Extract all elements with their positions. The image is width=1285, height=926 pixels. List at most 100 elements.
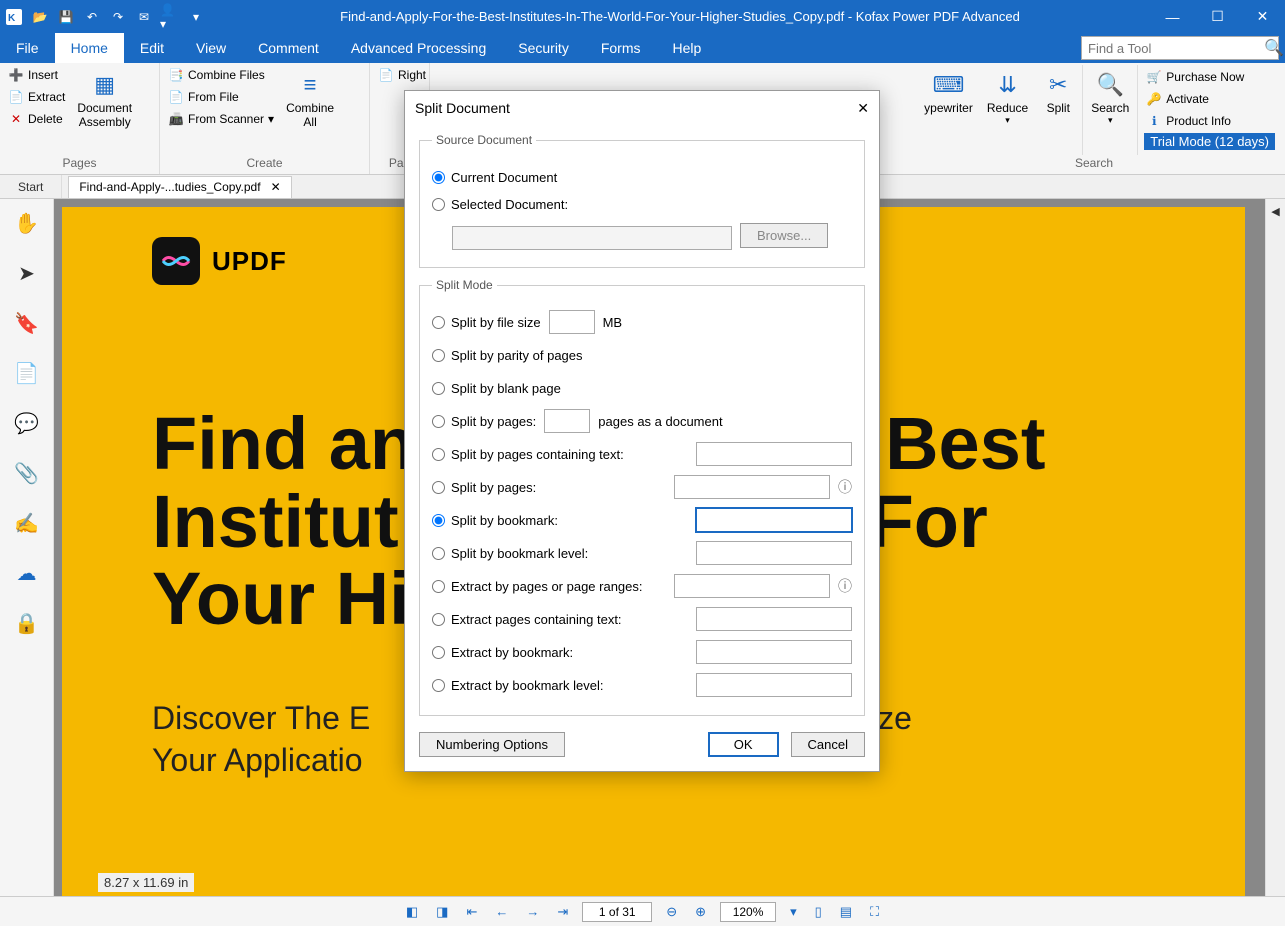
bookmark-level-input[interactable] <box>696 541 852 565</box>
extract-bookmark-level-input[interactable] <box>696 673 852 697</box>
find-tool-input[interactable] <box>1088 41 1264 56</box>
minimize-button[interactable]: — <box>1150 0 1195 33</box>
delete-button[interactable]: ✕Delete <box>6 109 67 129</box>
attachments-panel-icon[interactable]: 📎 <box>9 455 45 491</box>
zoom-out-icon[interactable]: ⊖ <box>662 904 681 920</box>
qat-redo-icon[interactable]: ↷ <box>108 7 128 27</box>
next-page-icon[interactable]: → <box>522 904 543 919</box>
maximize-button[interactable]: ☐ <box>1195 0 1240 33</box>
qat-undo-icon[interactable]: ↶ <box>82 7 102 27</box>
last-page-icon[interactable]: ⇥ <box>553 904 572 920</box>
tab-view[interactable]: View <box>180 33 242 63</box>
extract-pages-radio[interactable]: Extract by pages or page ranges: <box>432 579 643 594</box>
statusbar: ◧ ◨ ⇤ ← → ⇥ ⊖ ⊕ ▾ ▯ ▤ ⛶ <box>0 896 1285 926</box>
reduce-button[interactable]: ⇊Reduce▾ <box>981 65 1034 130</box>
split-pages-text-radio[interactable]: Split by pages containing text: <box>432 447 624 462</box>
split-button[interactable]: ✂Split <box>1036 65 1080 119</box>
view-full-icon[interactable]: ⛶ <box>866 904 883 920</box>
bookmark-input[interactable] <box>696 508 852 532</box>
dialog-close-icon[interactable]: ✕ <box>857 100 869 117</box>
qat-user-icon[interactable]: 👤▾ <box>160 7 180 27</box>
purchase-button[interactable]: 🛒Purchase Now <box>1144 67 1275 87</box>
right-button[interactable]: 📄Right <box>376 65 428 85</box>
split-filesize-radio[interactable]: Split by file size <box>432 315 541 330</box>
typewriter-button[interactable]: ⌨ypewriter <box>918 65 979 119</box>
split-bookmark-level-radio[interactable]: Split by bookmark level: <box>432 546 588 561</box>
tab-edit[interactable]: Edit <box>124 33 180 63</box>
extract-pages-input[interactable] <box>674 574 830 598</box>
mode-legend: Split Mode <box>432 278 497 292</box>
hand-tool-icon[interactable]: ✋ <box>9 205 45 241</box>
sidebar-toggle-icon[interactable]: ◧ <box>402 904 422 920</box>
comments-panel-icon[interactable]: 💬 <box>9 405 45 441</box>
bookmark-panel-icon[interactable]: 🔖 <box>9 305 45 341</box>
split-blank-radio[interactable]: Split by blank page <box>432 381 561 396</box>
split-bookmark-radio[interactable]: Split by bookmark: <box>432 513 558 528</box>
numbering-options-button[interactable]: Numbering Options <box>419 732 565 757</box>
pages-input[interactable] <box>544 409 590 433</box>
first-page-icon[interactable]: ⇤ <box>462 904 481 920</box>
security-panel-icon[interactable]: 🔒 <box>9 605 45 641</box>
start-tab[interactable]: Start <box>0 175 62 198</box>
document-assembly-button[interactable]: ▦ Document Assembly <box>71 65 138 133</box>
signatures-panel-icon[interactable]: ✍ <box>9 505 45 541</box>
select-tool-icon[interactable]: ➤ <box>9 255 45 291</box>
qat-customize-icon[interactable]: ▾ <box>186 7 206 27</box>
find-tool-search[interactable]: 🔍 <box>1081 36 1279 60</box>
zoom-dropdown-icon[interactable]: ▾ <box>786 904 801 920</box>
tab-comment[interactable]: Comment <box>242 33 335 63</box>
extract-pages-text-input[interactable] <box>696 607 852 631</box>
tab-file[interactable]: File <box>0 33 55 63</box>
cancel-button[interactable]: Cancel <box>791 732 865 757</box>
mb-label: MB <box>603 315 623 330</box>
product-info-button[interactable]: ℹProduct Info <box>1144 111 1275 131</box>
split-pages-radio[interactable]: Split by pages: <box>432 414 536 429</box>
zoom-in-icon[interactable]: ⊕ <box>691 904 710 920</box>
tab-home[interactable]: Home <box>55 33 124 63</box>
split-parity-radio[interactable]: Split by parity of pages <box>432 348 583 363</box>
pages-text-input[interactable] <box>696 442 852 466</box>
tab-advanced[interactable]: Advanced Processing <box>335 33 502 63</box>
cloud-panel-icon[interactable]: ☁ <box>9 555 45 591</box>
tab-forms[interactable]: Forms <box>585 33 657 63</box>
view-continuous-icon[interactable]: ▤ <box>836 904 856 920</box>
extract-bookmark-level-radio[interactable]: Extract by bookmark level: <box>432 678 603 693</box>
tab-security[interactable]: Security <box>502 33 585 63</box>
selected-document-radio[interactable]: Selected Document: <box>432 197 568 212</box>
combine-files-button[interactable]: 📑Combine Files <box>166 65 276 85</box>
pages2-input[interactable] <box>674 475 830 499</box>
qat-save-icon[interactable]: 💾 <box>56 7 76 27</box>
from-scanner-button[interactable]: 📠From Scanner▾ <box>166 109 276 129</box>
extract-pages-text-radio[interactable]: Extract pages containing text: <box>432 612 622 627</box>
browse-button[interactable]: Browse... <box>740 223 828 248</box>
extract-bookmark-radio[interactable]: Extract by bookmark: <box>432 645 573 660</box>
qat-open-icon[interactable]: 📂 <box>30 7 50 27</box>
pages-panel-icon[interactable]: 📄 <box>9 355 45 391</box>
view-single-icon[interactable]: ▯ <box>811 904 826 920</box>
prev-page-icon[interactable]: ← <box>491 904 512 919</box>
extract-bookmark-input[interactable] <box>696 640 852 664</box>
document-tab[interactable]: Find-and-Apply-...tudies_Copy.pdf ✕ <box>68 176 291 198</box>
close-tab-icon[interactable]: ✕ <box>271 180 281 194</box>
extract-button[interactable]: 📄Extract <box>6 87 67 107</box>
close-button[interactable]: ✕ <box>1240 0 1285 33</box>
zoom-input[interactable] <box>720 902 776 922</box>
expand-right-icon[interactable]: ◀ <box>1271 205 1279 218</box>
page-size-label: 8.27 x 11.69 in <box>98 873 194 892</box>
search-button[interactable]: 🔍Search▾ <box>1085 65 1135 130</box>
activate-button[interactable]: 🔑Activate <box>1144 89 1275 109</box>
filesize-input[interactable] <box>549 310 595 334</box>
from-file-button[interactable]: 📄From File <box>166 87 276 107</box>
page-number-input[interactable] <box>582 902 652 922</box>
ok-button[interactable]: OK <box>708 732 779 757</box>
info-icon[interactable]: ⓘ <box>838 477 852 497</box>
combine-all-button[interactable]: ≡ Combine All <box>280 65 340 133</box>
tab-help[interactable]: Help <box>657 33 718 63</box>
split-pages2-radio[interactable]: Split by pages: <box>432 480 536 495</box>
sidebar-toggle2-icon[interactable]: ◨ <box>432 904 452 920</box>
qat-mail-icon[interactable]: ✉ <box>134 7 154 27</box>
info2-icon[interactable]: ⓘ <box>838 576 852 596</box>
search-icon[interactable]: 🔍 <box>1264 38 1284 58</box>
insert-button[interactable]: ➕Insert <box>6 65 67 85</box>
current-document-radio[interactable]: Current Document <box>432 170 557 185</box>
